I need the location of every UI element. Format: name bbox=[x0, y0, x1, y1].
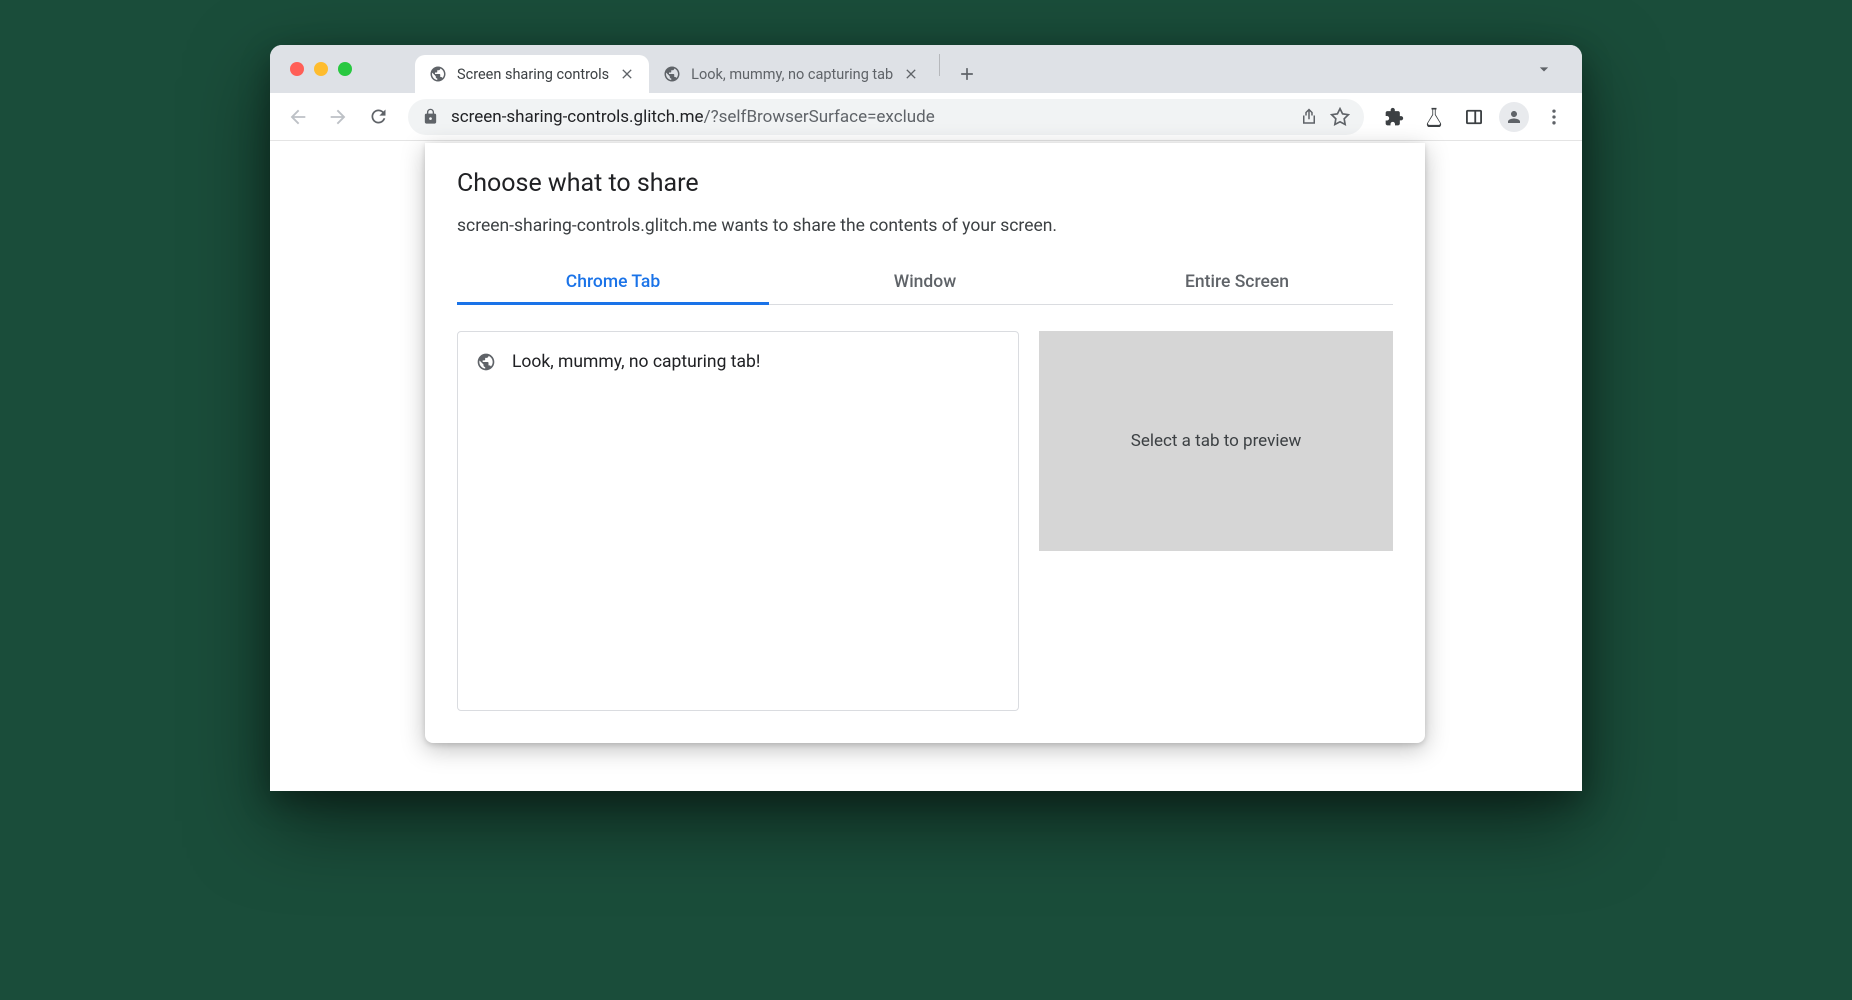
labs-icon[interactable] bbox=[1416, 99, 1452, 135]
globe-icon bbox=[476, 352, 496, 372]
menu-icon[interactable] bbox=[1536, 99, 1572, 135]
tabs-right-controls bbox=[1526, 51, 1574, 93]
close-tab-icon[interactable] bbox=[619, 66, 635, 82]
share-tab-window[interactable]: Window bbox=[769, 260, 1081, 304]
title-bar: Screen sharing controls Look, mummy, no … bbox=[270, 45, 1582, 93]
side-panel-icon[interactable] bbox=[1456, 99, 1492, 135]
extensions-icon[interactable] bbox=[1376, 99, 1412, 135]
close-tab-icon[interactable] bbox=[903, 66, 919, 82]
close-window-button[interactable] bbox=[290, 62, 304, 76]
dialog-subtitle: screen-sharing-controls.glitch.me wants … bbox=[457, 216, 1393, 236]
browser-tab-active[interactable]: Screen sharing controls bbox=[415, 55, 649, 93]
reload-button[interactable] bbox=[360, 99, 396, 135]
lock-icon[interactable] bbox=[422, 108, 439, 125]
tab-separator bbox=[939, 54, 940, 76]
tab-search-button[interactable] bbox=[1526, 51, 1562, 87]
dialog-title: Choose what to share bbox=[457, 169, 1393, 198]
back-button[interactable] bbox=[280, 99, 316, 135]
share-icon[interactable] bbox=[1300, 108, 1318, 126]
bookmark-star-icon[interactable] bbox=[1330, 107, 1350, 127]
browser-tab[interactable]: Look, mummy, no capturing tab bbox=[649, 55, 933, 93]
forward-button[interactable] bbox=[320, 99, 356, 135]
preview-placeholder-text: Select a tab to preview bbox=[1131, 431, 1302, 451]
share-tab-chrome-tab[interactable]: Chrome Tab bbox=[457, 260, 769, 304]
new-tab-button[interactable] bbox=[952, 59, 982, 89]
content-area: Choose what to share screen-sharing-cont… bbox=[270, 141, 1582, 791]
tab-title: Screen sharing controls bbox=[457, 66, 609, 83]
profile-avatar[interactable] bbox=[1496, 99, 1532, 135]
tab-selection-list: Look, mummy, no capturing tab! bbox=[457, 331, 1019, 711]
globe-icon bbox=[429, 65, 447, 83]
browser-window: Screen sharing controls Look, mummy, no … bbox=[270, 45, 1582, 791]
share-tab-entire-screen[interactable]: Entire Screen bbox=[1081, 260, 1393, 304]
preview-panel: Select a tab to preview bbox=[1039, 331, 1393, 551]
tab-list-item[interactable]: Look, mummy, no capturing tab! bbox=[458, 344, 1018, 380]
tab-list-item-title: Look, mummy, no capturing tab! bbox=[512, 352, 760, 372]
maximize-window-button[interactable] bbox=[338, 62, 352, 76]
address-bar[interactable]: screen-sharing-controls.glitch.me/?selfB… bbox=[408, 99, 1364, 135]
share-dialog-body: Look, mummy, no capturing tab! Select a … bbox=[457, 331, 1393, 711]
share-type-tabs: Chrome Tab Window Entire Screen bbox=[457, 260, 1393, 305]
tab-title: Look, mummy, no capturing tab bbox=[691, 66, 893, 83]
window-controls bbox=[290, 62, 352, 76]
minimize-window-button[interactable] bbox=[314, 62, 328, 76]
browser-toolbar: screen-sharing-controls.glitch.me/?selfB… bbox=[270, 93, 1582, 141]
globe-icon bbox=[663, 65, 681, 83]
screen-share-dialog: Choose what to share screen-sharing-cont… bbox=[425, 143, 1425, 743]
browser-tabs: Screen sharing controls Look, mummy, no … bbox=[415, 45, 982, 93]
url-text: screen-sharing-controls.glitch.me/?selfB… bbox=[451, 107, 1288, 127]
